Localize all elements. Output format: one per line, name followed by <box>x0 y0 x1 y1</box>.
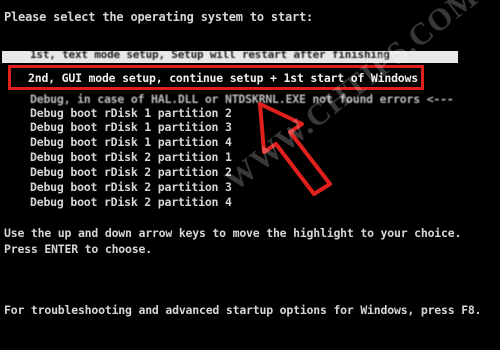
menu-item-debug-obscured[interactable]: Debug, in case of HAL.DLL or NTDSKRNL.EX… <box>30 92 454 106</box>
menu-item-debug-r1p4[interactable]: Debug boot rDisk 1 partition 4 <box>30 135 232 149</box>
menu-item-debug-r2p2[interactable]: Debug boot rDisk 2 partition 2 <box>30 165 232 179</box>
menu-item-debug-r2p3[interactable]: Debug boot rDisk 2 partition 3 <box>30 180 232 194</box>
instructions-arrow-keys: Use the up and down arrow keys to move t… <box>4 226 462 240</box>
menu-item-debug-r2p4[interactable]: Debug boot rDisk 2 partition 4 <box>30 195 232 209</box>
boot-menu-screen: Please select the operating system to st… <box>0 0 500 350</box>
highlighted-item-label: 1st, text mode setup, Setup will restart… <box>30 51 390 61</box>
boot-menu-heading: Please select the operating system to st… <box>4 10 314 24</box>
instructions-enter: Press ENTER to choose. <box>4 242 152 256</box>
menu-item-debug-r2p1[interactable]: Debug boot rDisk 2 partition 1 <box>30 150 232 164</box>
footer-troubleshooting: For troubleshooting and advanced startup… <box>4 303 482 317</box>
menu-item-debug-r1p3[interactable]: Debug boot rDisk 1 partition 3 <box>30 120 232 134</box>
menu-item-debug-r1p2[interactable]: Debug boot rDisk 1 partition 2 <box>30 106 232 120</box>
